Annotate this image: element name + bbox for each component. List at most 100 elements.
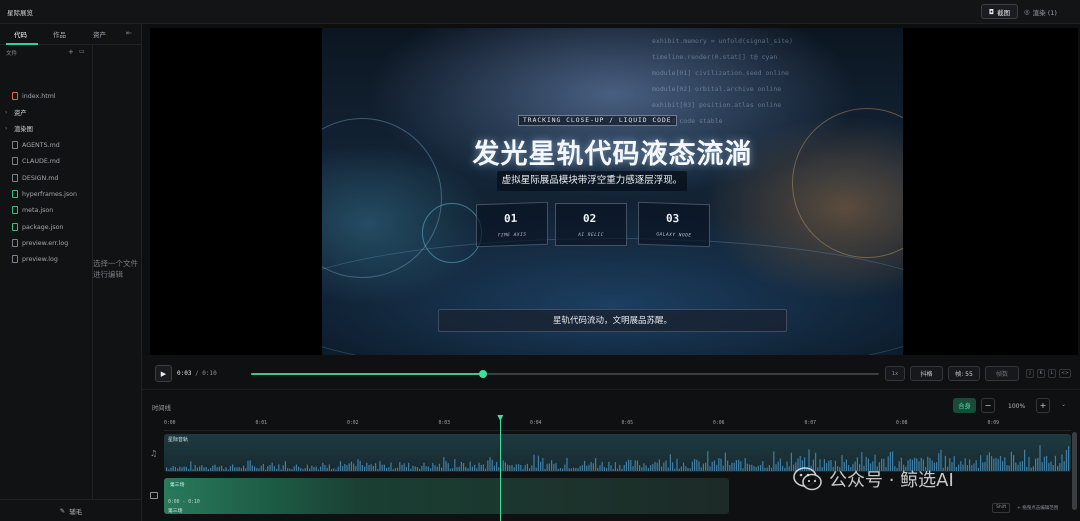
waveform-bar xyxy=(344,463,346,471)
waveform-bar xyxy=(773,451,775,471)
waveform-bar xyxy=(546,463,548,471)
waveform-bar xyxy=(599,465,601,471)
waveform-bar xyxy=(333,468,335,471)
waveform-bar xyxy=(650,465,652,471)
frame-input[interactable]: 帧数 xyxy=(985,366,1019,381)
waveform-bar xyxy=(762,461,764,471)
time-ruler[interactable]: 0:00 0:01 0:02 0:03 0:04 0:05 0:06 0:07 0:08 0:09 xyxy=(164,419,1071,431)
shortcut-key: L xyxy=(1048,369,1056,378)
screenshot-label: 截图 xyxy=(997,8,1011,17)
waveform-bar xyxy=(1063,461,1065,471)
waveform-bar xyxy=(309,468,311,471)
waveform-bar xyxy=(592,463,594,471)
tree-item-label: preview.err.log xyxy=(22,239,69,247)
waveform-bar xyxy=(304,468,306,471)
zoom-level: 100% xyxy=(1008,403,1026,410)
fit-button[interactable]: 合身 xyxy=(953,398,976,413)
waveform-bar xyxy=(1041,462,1043,471)
waveform-bar xyxy=(955,467,957,471)
tree-item-package-json[interactable]: package.json xyxy=(12,221,63,233)
tree-item-claude-md[interactable]: CLAUDE.md xyxy=(12,155,60,167)
speed-button[interactable]: 1x xyxy=(885,366,905,381)
waveform-bar xyxy=(632,466,634,471)
tree-item-preview-err-log[interactable]: preview.err.log xyxy=(12,237,68,249)
waveform-bar xyxy=(997,459,999,471)
waveform-bar xyxy=(619,464,621,471)
scrub-bar[interactable] xyxy=(251,370,879,378)
video-clip[interactable]: 第三场 0:00 - 0:10 第三场 xyxy=(164,478,729,514)
collapse-sidebar-icon[interactable]: ⇤ xyxy=(126,29,132,37)
scrub-progress xyxy=(251,373,484,375)
waveform-bar xyxy=(1032,466,1034,471)
scrub-handle[interactable] xyxy=(479,370,488,378)
waveform-bar xyxy=(434,465,436,471)
waveform-bar xyxy=(265,469,267,471)
render-button[interactable]: ◎ 渲染 (1) xyxy=(1024,5,1074,18)
waveform-bar xyxy=(289,468,291,471)
waveform-bar xyxy=(485,468,487,471)
frame-display[interactable]: 帧: 55 xyxy=(948,366,980,381)
waveform-bar xyxy=(999,455,1001,471)
play-button[interactable]: ▶ xyxy=(155,365,172,382)
waveform-bar xyxy=(694,459,696,471)
waveform-bar xyxy=(443,457,445,471)
timeline-scrollbar[interactable] xyxy=(1072,432,1077,510)
waveform-bar xyxy=(540,461,542,471)
zoom-out-button[interactable]: − xyxy=(981,398,995,413)
tab-assets[interactable]: 资产 xyxy=(93,29,106,39)
preview-viewport: exhibit.memory = unfold(signal_site) tim… xyxy=(150,28,1078,355)
waveform-bar xyxy=(401,465,403,471)
tree-item-hyperframes-json[interactable]: hyperframes.json xyxy=(12,188,77,200)
tree-item-meta-json[interactable]: meta.json xyxy=(12,204,53,216)
tree-item-agents-md[interactable]: AGENTS.md xyxy=(12,139,60,151)
waveform-bar xyxy=(617,468,619,471)
tab-works[interactable]: 作品 xyxy=(53,29,66,39)
waveform-bar xyxy=(509,465,511,471)
ruler-tick-label: 0:01 xyxy=(255,421,268,426)
tree-item-preview-log[interactable]: preview.log xyxy=(12,253,58,265)
trim-button[interactable]: 抖格 xyxy=(910,366,943,381)
waveform-bar xyxy=(337,466,339,471)
add-file-icon[interactable]: + xyxy=(68,48,74,56)
assist-button[interactable]: ✎ 辅毛 xyxy=(0,499,142,521)
waveform-bar xyxy=(718,458,720,471)
waveform-bar xyxy=(315,466,317,471)
waveform-bar xyxy=(172,465,174,471)
waveform-bar xyxy=(1010,451,1012,471)
waveform-bar xyxy=(980,455,982,471)
waveform-bar xyxy=(595,458,597,471)
waveform-bar xyxy=(581,464,583,471)
waveform-bar xyxy=(1008,465,1010,471)
waveform-bar xyxy=(669,454,671,471)
waveform-bar xyxy=(326,467,328,471)
waveform-bar xyxy=(1068,446,1070,471)
waveform-bar xyxy=(513,467,515,471)
waveform-bar xyxy=(262,463,264,471)
tree-item-design-md[interactable]: DESIGN.md xyxy=(12,172,58,184)
camera-icon: ◘ xyxy=(988,7,995,16)
waveform-bar xyxy=(1052,464,1054,471)
json-file-icon xyxy=(12,190,18,198)
waveform-bar xyxy=(753,466,755,471)
waveform-bar xyxy=(663,462,665,471)
waveform-bar xyxy=(557,468,559,471)
waveform-bar xyxy=(397,467,399,471)
waveform-bar xyxy=(654,461,656,471)
tree-item-index-html[interactable]: index.html xyxy=(12,90,56,102)
tree-item-renders-folder[interactable]: › 渲染图 xyxy=(5,122,33,134)
zoom-in-button[interactable]: + xyxy=(1036,398,1050,413)
waveform-bar xyxy=(1048,462,1050,471)
tab-code[interactable]: 代码 xyxy=(14,29,27,39)
add-folder-icon[interactable]: ▭ xyxy=(79,48,85,55)
watermark-text: 公众号 · 鲸选AI xyxy=(829,470,954,491)
waveform-bar xyxy=(199,466,201,471)
waveform-bar xyxy=(698,461,700,471)
waveform-bar xyxy=(454,459,456,471)
playhead[interactable] xyxy=(499,418,501,521)
waveform-bar xyxy=(766,467,768,471)
tree-item-assets-folder[interactable]: › 资产 xyxy=(5,106,27,118)
waveform-bar xyxy=(456,467,458,471)
screenshot-button[interactable]: ◘ 截图 xyxy=(981,4,1018,19)
waveform-bar xyxy=(410,468,412,471)
chevron-down-icon[interactable]: ⌄ xyxy=(1061,401,1066,408)
